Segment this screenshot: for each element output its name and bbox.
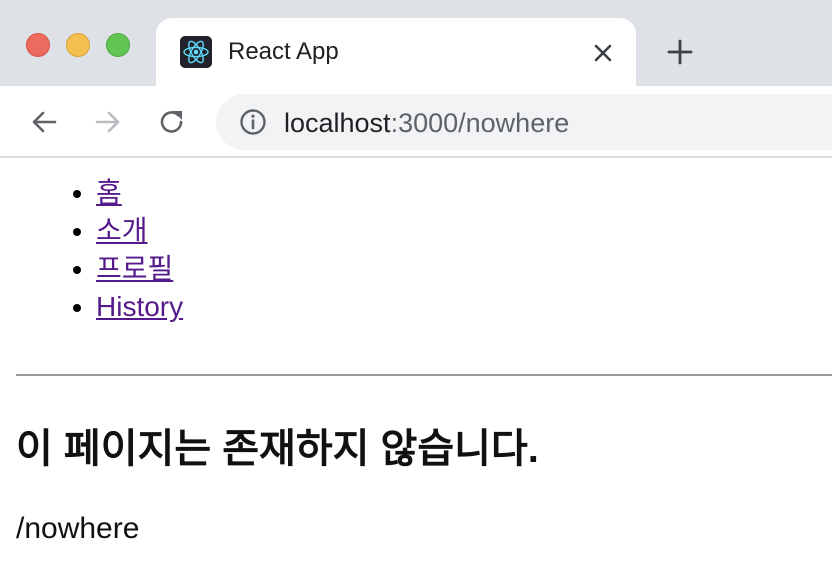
page-title: 이 페이지는 존재하지 않습니다. — [16, 427, 539, 471]
list-item: 프로필 — [96, 250, 183, 288]
window-close-button[interactable] — [26, 33, 50, 57]
page-content: 홈 소개 프로필 History 이 페이지는 존재하지 않습니다. /nowh… — [0, 158, 832, 588]
info-icon[interactable] — [238, 107, 268, 137]
nav-link-about[interactable]: 소개 — [96, 215, 148, 246]
tab-title: React App — [228, 38, 339, 65]
plus-icon[interactable] — [664, 36, 696, 68]
list-item: History — [96, 288, 183, 326]
list-item: 홈 — [96, 174, 183, 212]
list-item: 소개 — [96, 212, 183, 250]
close-icon[interactable] — [588, 38, 618, 68]
tab-strip: React App — [0, 0, 832, 86]
current-path-text: /nowhere — [16, 512, 140, 545]
tab-react-app[interactable]: React App — [156, 18, 636, 86]
browser-toolbar: localhost:3000/nowhere — [0, 86, 832, 158]
window-zoom-button[interactable] — [106, 33, 130, 57]
nav-link-home[interactable]: 홈 — [96, 177, 122, 208]
forward-arrow-icon[interactable] — [92, 106, 124, 138]
divider — [16, 374, 832, 376]
window-minimize-button[interactable] — [66, 33, 90, 57]
address-bar[interactable]: localhost:3000/nowhere — [216, 94, 832, 150]
back-arrow-icon[interactable] — [28, 106, 60, 138]
nav-link-profile[interactable]: 프로필 — [96, 253, 173, 284]
react-logo-icon — [180, 36, 212, 68]
nav-link-history[interactable]: History — [96, 291, 183, 322]
nav-list: 홈 소개 프로필 History — [0, 174, 183, 326]
url-text: localhost:3000/nowhere — [284, 108, 569, 139]
reload-icon[interactable] — [156, 106, 188, 138]
url-host: localhost — [284, 108, 391, 138]
url-path: :3000/nowhere — [390, 108, 570, 138]
